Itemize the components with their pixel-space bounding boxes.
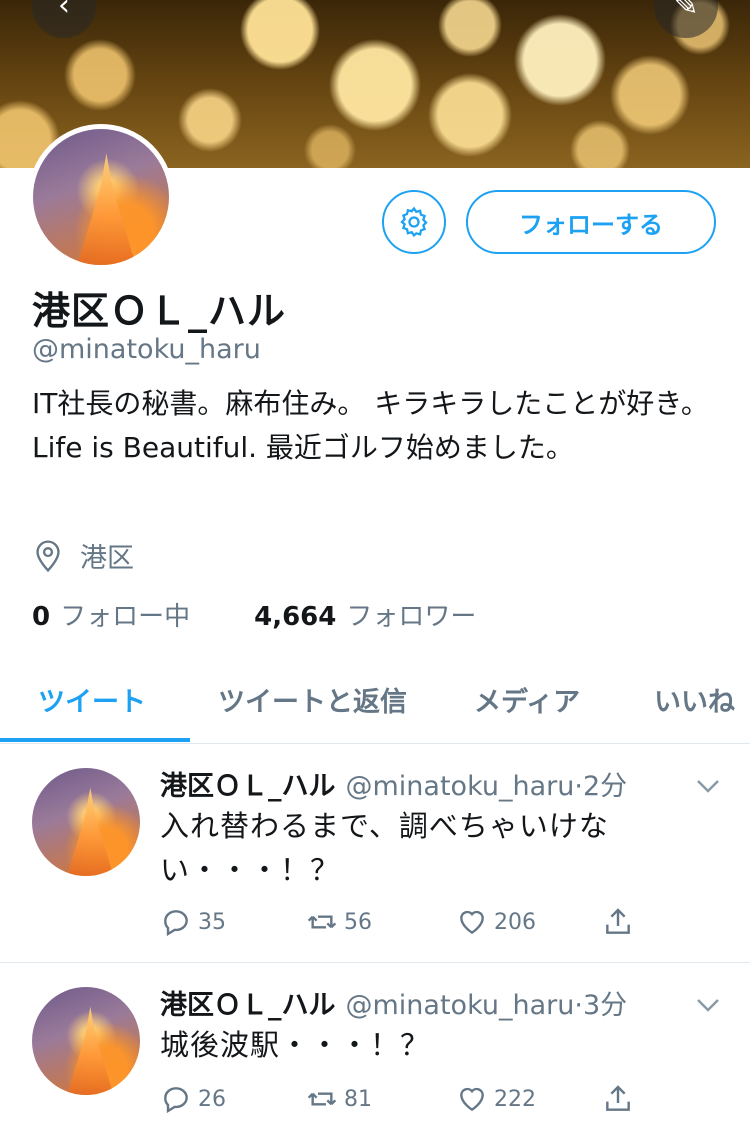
like-button[interactable]: 222 xyxy=(456,1083,536,1115)
reply-icon xyxy=(164,1087,188,1114)
chevron-down-icon[interactable] xyxy=(694,995,722,1015)
retweet-icon xyxy=(307,915,337,929)
reply-icon xyxy=(164,910,188,937)
profile-stats: 0 フォロー中 4,664 フォロワー xyxy=(32,596,476,633)
share-button[interactable]: ✎ xyxy=(654,0,718,38)
heart-icon xyxy=(460,910,484,935)
profile-bio: IT社長の秘書。麻布住み。 キラキラしたことが好き。 Life is Beaut… xyxy=(32,387,709,464)
active-tab-indicator xyxy=(0,738,190,742)
back-button[interactable]: ‹ xyxy=(32,0,96,38)
reply-button[interactable]: 26 xyxy=(160,1083,226,1115)
tweet-text: 入れ替わるまで、調べちゃいけない・・・！？ xyxy=(160,809,609,887)
heart-icon xyxy=(460,1087,484,1112)
retweet-button[interactable]: 81 xyxy=(306,1083,372,1115)
reply-count: 35 xyxy=(198,909,226,935)
tweet-timestamp: 3分 xyxy=(582,990,628,1021)
tweet-avatar[interactable] xyxy=(32,987,140,1095)
like-count: 222 xyxy=(494,1086,536,1112)
tab-likes[interactable]: いいね xyxy=(654,680,735,719)
tweet-author-name: 港区ＯＬ_ハル xyxy=(160,771,336,802)
tweet-avatar[interactable] xyxy=(32,768,140,876)
follow-button[interactable]: フォローする xyxy=(466,190,716,254)
profile-location: 港区 xyxy=(32,536,134,575)
reply-count: 26 xyxy=(198,1086,226,1112)
reply-button[interactable]: 35 xyxy=(160,906,226,938)
tweet-actions: 35 56 206 xyxy=(160,906,720,946)
share-tweet-button[interactable] xyxy=(602,1083,634,1115)
retweet-button[interactable]: 56 xyxy=(306,906,372,938)
display-name: 港区ＯＬ_ハル xyxy=(32,289,287,333)
back-arrow-icon: ‹ xyxy=(58,0,70,23)
tweet-divider xyxy=(0,962,750,963)
avatar-image xyxy=(64,787,117,876)
following-label: フォロー中 xyxy=(60,602,191,632)
tab-tweets[interactable]: ツイート xyxy=(38,680,146,719)
location-label: 港区 xyxy=(80,543,134,574)
tweet-author-name: 港区ＯＬ_ハル xyxy=(160,990,336,1021)
chevron-down-icon[interactable] xyxy=(694,776,722,796)
tab-tweets-and-replies[interactable]: ツイートと返信 xyxy=(218,680,407,719)
following-count: 0 xyxy=(32,602,51,632)
tab-media[interactable]: メディア xyxy=(474,680,580,719)
share-tweet-button[interactable] xyxy=(602,906,634,938)
followers-label: フォロワー xyxy=(346,602,477,632)
share-up-icon xyxy=(606,908,630,934)
tweet-text: 城後波駅・・・！？ xyxy=(160,1028,431,1062)
tweet-meta-separator: · xyxy=(574,990,583,1021)
tweet-meta-separator: · xyxy=(574,771,583,802)
avatar-image xyxy=(73,153,140,265)
location-pin-icon xyxy=(36,540,60,572)
tweet-actions: 26 81 222 xyxy=(160,1083,720,1123)
retweet-count: 81 xyxy=(344,1086,372,1112)
gear-icon xyxy=(400,206,428,238)
tweet-author-handle: @minatoku_haru xyxy=(345,990,575,1021)
retweet-icon xyxy=(307,1092,337,1106)
profile-tabs: ツイート ツイートと返信 メディア いいね xyxy=(0,660,750,744)
followers-count: 4,664 xyxy=(254,602,337,632)
retweet-count: 56 xyxy=(344,909,372,935)
tweet-header: 港区ＯＬ_ハル @minatoku_haru · 3分 xyxy=(160,983,627,1022)
profile-handle: @minatoku_haru xyxy=(32,334,261,365)
share-up-icon xyxy=(606,1085,630,1111)
profile-avatar[interactable] xyxy=(28,124,174,270)
followers-stat[interactable]: 4,664 フォロワー xyxy=(254,596,476,633)
tweet-header: 港区ＯＬ_ハル @minatoku_haru · 2分 xyxy=(160,764,627,803)
following-stat[interactable]: 0 フォロー中 xyxy=(32,596,190,633)
like-button[interactable]: 206 xyxy=(456,906,536,938)
tweet-timestamp: 2分 xyxy=(582,771,628,802)
tweet-author-handle: @minatoku_haru xyxy=(345,771,575,802)
share-icon: ✎ xyxy=(673,0,699,23)
settings-button[interactable] xyxy=(382,190,446,254)
like-count: 206 xyxy=(494,909,536,935)
avatar-image xyxy=(64,1006,117,1095)
